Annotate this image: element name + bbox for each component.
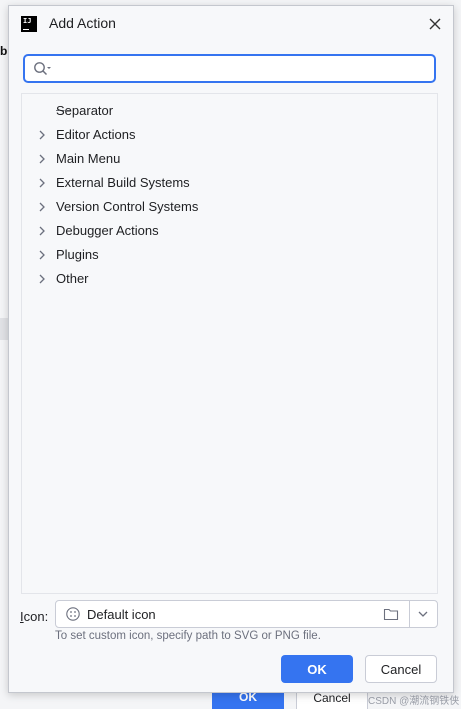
icon-field-hint: To set custom icon, specify path to SVG … [55, 630, 321, 642]
chevron-right-icon[interactable] [38, 202, 46, 212]
search-input[interactable] [57, 59, 417, 79]
tree-item-other[interactable]: Other [22, 267, 437, 291]
tree-item-editor-actions[interactable]: Editor Actions [22, 123, 437, 147]
chevron-down-icon [418, 611, 428, 617]
tree-item-label: External Build Systems [56, 175, 190, 190]
icon-path-field[interactable]: Default icon [55, 600, 438, 628]
tree-item-plugins[interactable]: Plugins [22, 243, 437, 267]
tree-item-label: Other [56, 271, 89, 286]
background-strip [0, 318, 8, 340]
combo-divider [409, 601, 410, 627]
close-button[interactable] [425, 14, 445, 34]
chevron-right-icon[interactable] [38, 178, 46, 188]
tree-item-debugger-actions[interactable]: Debugger Actions [22, 219, 437, 243]
dialog-title: Add Action [49, 15, 116, 31]
default-icon [66, 607, 80, 621]
folder-icon[interactable] [383, 607, 399, 621]
tree-item-label: Separator [56, 103, 114, 118]
ok-button[interactable]: OK [281, 655, 353, 683]
tree-item-label: Version Control Systems [56, 199, 199, 214]
tree-item-separator[interactable]: Separator [22, 99, 437, 123]
tree-item-label: Debugger Actions [56, 223, 159, 238]
icon-label-rest: con: [23, 609, 49, 624]
search-icon [34, 62, 51, 76]
icon-field-value[interactable]: Default icon [87, 607, 156, 622]
action-tree[interactable]: Separator Editor Actions Main Menu Exter… [21, 93, 438, 594]
dropdown-button[interactable] [414, 606, 432, 622]
tree-item-label: Plugins [56, 247, 99, 262]
cancel-button[interactable]: Cancel [365, 655, 437, 683]
watermark: CSDN @潮流钢铁侠 [368, 696, 460, 707]
add-action-dialog: IJ Add Action Separator Editor Actions M… [8, 5, 454, 693]
tree-item-external-build-systems[interactable]: External Build Systems [22, 171, 437, 195]
app-logo-text: IJ [23, 17, 32, 25]
chevron-right-icon[interactable] [38, 274, 46, 284]
search-field[interactable] [23, 54, 436, 83]
icon-field-label: Icon: [20, 609, 48, 624]
chevron-right-icon[interactable] [38, 130, 46, 140]
tree-item-label: Editor Actions [56, 127, 136, 142]
tree-item-label: Main Menu [56, 151, 121, 166]
background-fragment-text: b [0, 44, 8, 58]
chevron-right-icon[interactable] [38, 154, 46, 164]
chevron-right-icon[interactable] [38, 226, 46, 236]
close-icon [429, 18, 441, 30]
title-bar: IJ Add Action [9, 6, 453, 42]
tree-item-main-menu[interactable]: Main Menu [22, 147, 437, 171]
tree-item-version-control-systems[interactable]: Version Control Systems [22, 195, 437, 219]
app-logo-icon: IJ [21, 16, 37, 32]
chevron-right-icon[interactable] [38, 250, 46, 260]
